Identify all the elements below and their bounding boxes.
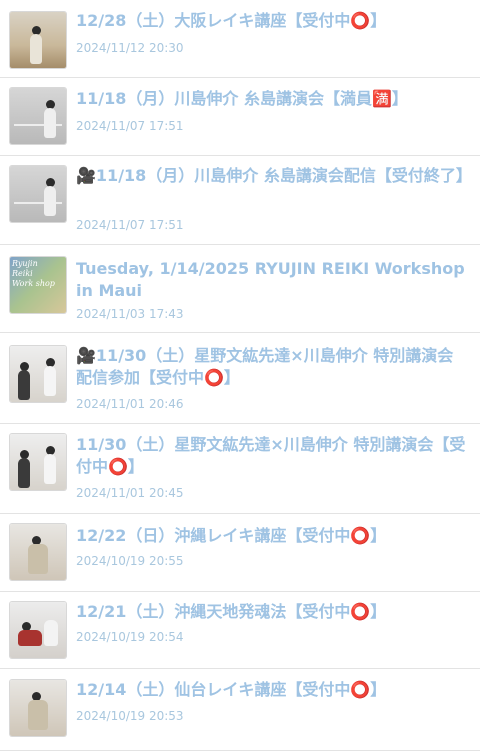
list-item[interactable]: 🎥11/18（月）川島伸介 糸島講演会配信【受付終了】 2024/11/07 1… [0,156,480,245]
thumbnail-text: Ryujin Reiki Work shop [12,259,55,288]
list-item[interactable]: 11/18（月）川島伸介 糸島講演会【満員🈵】 2024/11/07 17:51 [0,78,480,156]
list-item[interactable]: 12/28（土）大阪レイキ講座【受付中⭕️】 2024/11/12 20:30 [0,0,480,78]
list-item[interactable]: Ryujin Reiki Work shop Tuesday, 1/14/202… [0,245,480,333]
list-item[interactable]: 12/14（土）仙台レイキ講座【受付中⭕️】 2024/10/19 20:53 [0,669,480,751]
event-title[interactable]: 🎥11/18（月）川島伸介 糸島講演会配信【受付終了】 [76,165,472,187]
event-title[interactable]: 12/14（土）仙台レイキ講座【受付中⭕️】 [76,679,466,701]
event-date: 2024/11/12 20:30 [76,41,184,55]
event-date: 2024/11/01 20:46 [76,397,184,411]
event-title[interactable]: 12/22（日）沖縄レイキ講座【受付中⭕️】 [76,525,466,547]
list-item[interactable]: 11/30（土）星野文紘先達×川島伸介 特別講演会【受付中⭕️】 2024/11… [0,424,480,514]
event-thumbnail[interactable] [10,12,66,68]
event-thumbnail[interactable] [10,680,66,736]
event-title[interactable]: 🎥11/30（土）星野文紘先達×川島伸介 特別講演会 配信参加【受付中⭕️】 [76,345,466,389]
event-title[interactable]: 12/21（土）沖縄天地発魂法【受付中⭕️】 [76,601,466,623]
event-date: 2024/10/19 20:55 [76,554,184,568]
list-item[interactable]: 12/21（土）沖縄天地発魂法【受付中⭕️】 2024/10/19 20:54 [0,592,480,669]
event-title[interactable]: 12/28（土）大阪レイキ講座【受付中⭕️】 [76,10,466,32]
event-date: 2024/10/19 20:54 [76,630,184,644]
event-thumbnail[interactable]: Ryujin Reiki Work shop [10,257,66,313]
event-date: 2024/10/19 20:53 [76,709,184,723]
event-title[interactable]: 11/18（月）川島伸介 糸島講演会【満員🈵】 [76,88,466,110]
event-title[interactable]: 11/30（土）星野文紘先達×川島伸介 特別講演会【受付中⭕️】 [76,434,466,478]
list-item[interactable]: 12/22（日）沖縄レイキ講座【受付中⭕️】 2024/10/19 20:55 [0,514,480,592]
event-date: 2024/11/07 17:51 [76,218,184,232]
event-thumbnail[interactable] [10,602,66,658]
event-thumbnail[interactable] [10,434,66,490]
event-thumbnail[interactable] [10,524,66,580]
event-date: 2024/11/07 17:51 [76,119,184,133]
list-item[interactable]: 🎥11/30（土）星野文紘先達×川島伸介 特別講演会 配信参加【受付中⭕️】 2… [0,333,480,424]
event-thumbnail[interactable] [10,346,66,402]
event-thumbnail[interactable] [10,166,66,222]
event-date: 2024/11/01 20:45 [76,486,184,500]
event-thumbnail[interactable] [10,88,66,144]
event-title[interactable]: Tuesday, 1/14/2025 RYUJIN REIKI Workshop… [76,258,466,302]
event-date: 2024/11/03 17:43 [76,307,184,321]
